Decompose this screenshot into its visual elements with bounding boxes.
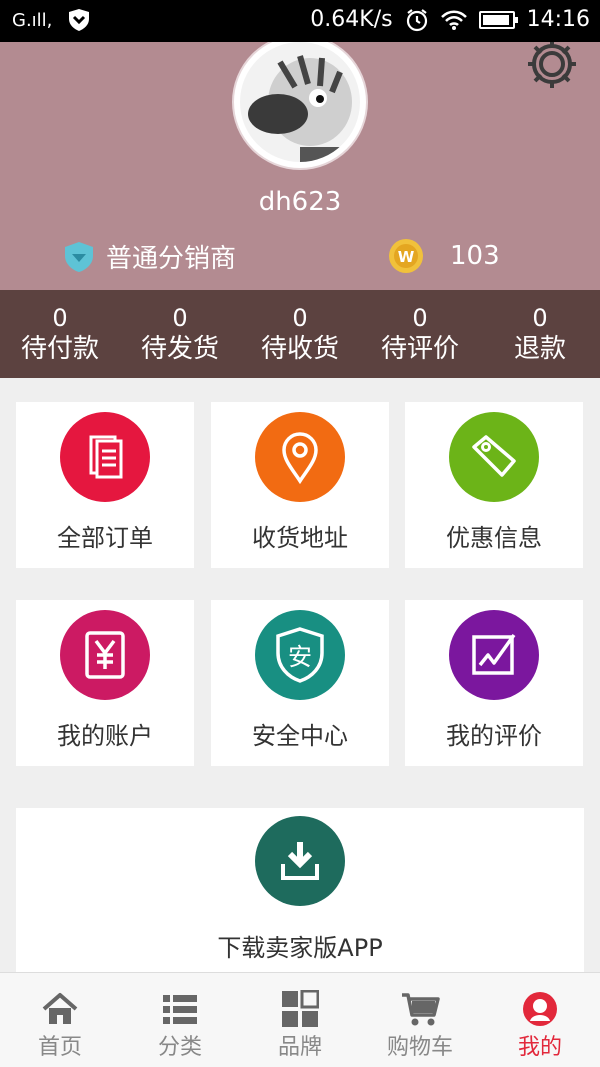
alarm-icon: [406, 8, 427, 31]
shield-icon: 安: [255, 610, 345, 700]
order-count: 0: [412, 304, 428, 332]
clock: 14:16: [526, 7, 590, 32]
tab-label: 品牌: [277, 1035, 322, 1060]
my-account-tile[interactable]: 我的账户: [16, 600, 194, 766]
tab-label: 分类: [157, 1035, 202, 1060]
grid-icon: [240, 989, 360, 1029]
home-icon: [0, 989, 120, 1029]
list-icon: [120, 989, 240, 1029]
tile-label: 安全中心: [252, 722, 348, 750]
tile-label: 全部订单: [57, 524, 153, 552]
order-label: 待评价: [380, 334, 459, 364]
tile-label: 我的评价: [446, 722, 542, 750]
tab-brand[interactable]: 品牌: [240, 973, 360, 1067]
edit-frame-icon: [449, 610, 539, 700]
tab-label: 我的: [517, 1035, 562, 1060]
status-bar: G.ıll, 0.64K/s 14:16: [0, 0, 600, 42]
tab-label: 首页: [37, 1035, 82, 1060]
member-level: 普通分销商: [62, 238, 236, 275]
download-icon: [255, 816, 345, 906]
download-seller-app[interactable]: 下载卖家版APP: [16, 808, 584, 972]
member-level-label: 普通分销商: [106, 244, 237, 274]
zebra-avatar-image: [240, 42, 360, 162]
my-reviews-tile[interactable]: 我的评价: [405, 600, 583, 766]
order-refund[interactable]: 0 退款: [480, 290, 600, 378]
order-count: 0: [52, 304, 68, 332]
order-count: 0: [532, 304, 548, 332]
order-label: 待收货: [260, 334, 339, 364]
order-pending-receipt[interactable]: 0 待收货: [240, 290, 360, 378]
order-pending-payment[interactable]: 0 待付款: [0, 290, 120, 378]
shield-status-icon: [69, 9, 90, 31]
price-tag-icon: [449, 412, 539, 502]
coin-icon: W: [389, 239, 423, 273]
cart-icon: [360, 989, 480, 1029]
order-status-bar: 0 待付款 0 待发货 0 待收货 0 待评价 0 退款: [0, 290, 600, 378]
tab-mine[interactable]: 我的: [480, 973, 600, 1067]
svg-text:W: W: [398, 248, 415, 266]
yen-wallet-icon: [60, 610, 150, 700]
network-speed: 0.64K/s: [310, 7, 393, 32]
order-pending-review[interactable]: 0 待评价: [360, 290, 480, 378]
tile-label: 收货地址: [252, 524, 348, 552]
tile-label: 我的账户: [57, 722, 153, 750]
coin-amount: 103: [450, 241, 500, 271]
order-label: 待发货: [140, 334, 219, 364]
download-label: 下载卖家版APP: [217, 934, 383, 962]
order-pending-shipment[interactable]: 0 待发货: [120, 290, 240, 378]
bottom-tab-bar: 首页 分类 品牌 购物车 我的: [0, 972, 600, 1067]
order-label: 退款: [513, 334, 566, 364]
avatar[interactable]: [234, 42, 366, 168]
tab-home[interactable]: 首页: [0, 973, 120, 1067]
order-count: 0: [292, 304, 308, 332]
security-center-tile[interactable]: 安 安全中心: [211, 600, 389, 766]
svg-text:安: 安: [288, 643, 312, 671]
user-icon: [480, 989, 600, 1029]
document-icon: [60, 412, 150, 502]
coin-balance: W 103: [388, 238, 500, 274]
all-orders-tile[interactable]: 全部订单: [16, 402, 194, 568]
battery-icon: [478, 10, 518, 29]
promotions-tile[interactable]: 优惠信息: [405, 402, 583, 568]
profile-header: dh623 普通分销商 W 103: [0, 42, 600, 290]
username: dh623: [258, 187, 342, 217]
tab-cart[interactable]: 购物车: [360, 973, 480, 1067]
shipping-address-tile[interactable]: 收货地址: [211, 402, 389, 568]
tab-category[interactable]: 分类: [120, 973, 240, 1067]
settings-gear-icon[interactable]: [524, 42, 580, 92]
wifi-icon: [440, 10, 467, 30]
location-pin-icon: [255, 412, 345, 502]
order-label: 待付款: [20, 334, 99, 364]
badge-shield-icon: [65, 241, 93, 272]
tab-label: 购物车: [386, 1035, 453, 1060]
tile-label: 优惠信息: [446, 524, 542, 552]
signal-strength: G.ıll,: [12, 9, 53, 31]
order-count: 0: [172, 304, 188, 332]
